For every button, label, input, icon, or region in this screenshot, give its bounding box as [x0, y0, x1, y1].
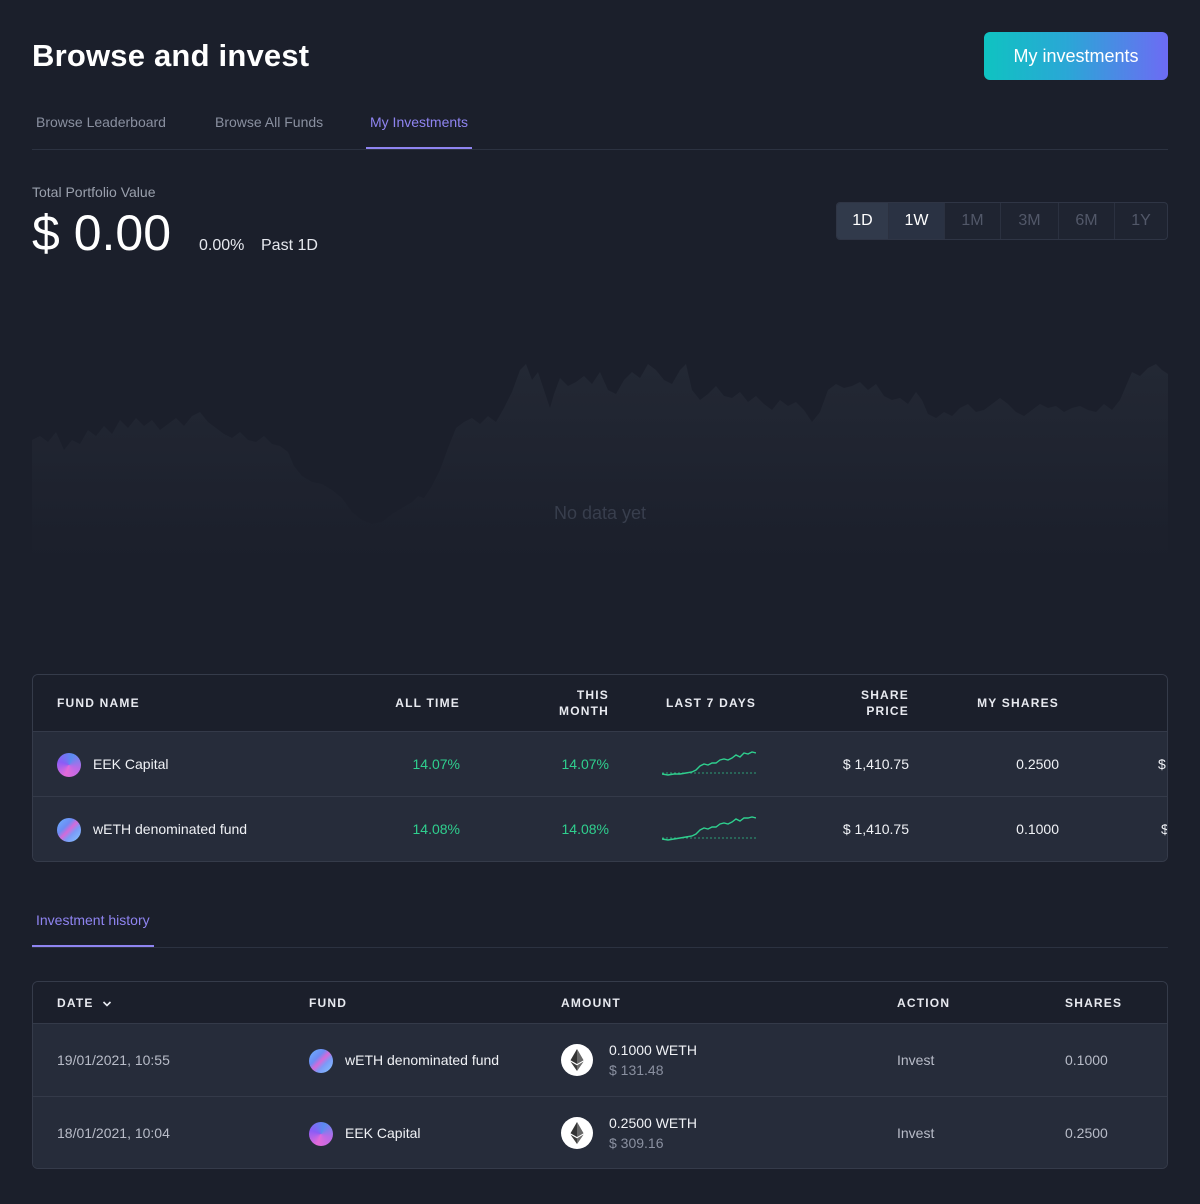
- share-price: $ 1,410.75: [842, 756, 909, 772]
- range-6m-button[interactable]: 6M: [1059, 203, 1115, 239]
- col-share-price: SHARE PRICE: [809, 687, 909, 719]
- my-investments-button[interactable]: My investments: [984, 32, 1168, 80]
- portfolio-period: Past 1D: [261, 237, 318, 254]
- table-row: 19/01/2021, 10:55 wETH denominated fund …: [33, 1023, 1167, 1097]
- range-1d-button[interactable]: 1D: [837, 203, 889, 239]
- range-1y-button[interactable]: 1Y: [1115, 203, 1167, 239]
- eek-capital-avatar: [57, 753, 81, 777]
- investment-history-table: DATE FUND AMOUNT ACTION SHARES 19/01/202…: [32, 981, 1168, 1169]
- history-action: Invest: [897, 1125, 935, 1141]
- tab-browse-leaderboard[interactable]: Browse Leaderboard: [32, 114, 170, 149]
- history-fund-name[interactable]: wETH denominated fund: [345, 1052, 499, 1068]
- weth-fund-avatar: [309, 1049, 333, 1073]
- tab-investment-history[interactable]: Investment history: [32, 912, 154, 947]
- position-value-clipped: $: [1158, 756, 1166, 772]
- col-my-shares: MY SHARES: [977, 696, 1059, 710]
- portfolio-value-label: Total Portfolio Value: [32, 184, 156, 200]
- col-share-price-line-2: PRICE: [866, 704, 909, 718]
- col-all-time: ALL TIME: [395, 696, 460, 710]
- ethereum-icon: [561, 1044, 593, 1076]
- table-row: 18/01/2021, 10:04 EEK Capital 0.2500 WET…: [33, 1096, 1167, 1168]
- history-amount: 0.2500 WETH: [609, 1115, 697, 1131]
- tab-browse-all-funds[interactable]: Browse All Funds: [211, 114, 327, 149]
- tab-my-investments[interactable]: My Investments: [366, 114, 473, 149]
- sparkline-chart: [662, 751, 756, 776]
- position-value-clipped: $: [1161, 821, 1167, 837]
- weth-fund-avatar: [57, 818, 81, 842]
- my-funds-table: FUND NAME ALL TIME THIS MONTH LAST 7 DAY…: [32, 674, 1168, 862]
- range-3m-button[interactable]: 3M: [1001, 203, 1059, 239]
- history-tabs: Investment history: [32, 898, 1168, 948]
- table-header: FUND NAME ALL TIME THIS MONTH LAST 7 DAY…: [33, 675, 1167, 731]
- history-shares: 0.1000: [1065, 1052, 1108, 1068]
- history-action: Invest: [897, 1052, 935, 1068]
- history-amount-usd: $ 131.48: [609, 1062, 664, 1078]
- my-shares: 0.2500: [1016, 756, 1059, 772]
- no-data-message: No data yet: [553, 503, 647, 523]
- eek-capital-avatar: [309, 1122, 333, 1146]
- history-amount-usd: $ 309.16: [609, 1135, 664, 1151]
- col-last-7-days: LAST 7 DAYS: [666, 696, 757, 710]
- ethereum-icon: [561, 1117, 593, 1149]
- history-fund-name[interactable]: EEK Capital: [345, 1125, 420, 1141]
- col-this-month-line-2: MONTH: [559, 704, 609, 718]
- col-share-price-line-1: SHARE: [860, 688, 909, 702]
- all-time-return: 14.07%: [412, 756, 460, 772]
- page-title: Browse and invest: [32, 38, 310, 73]
- this-month-return: 14.07%: [561, 756, 609, 772]
- table-row[interactable]: wETH denominated fund 14.08% 14.08% $ 1,…: [33, 796, 1167, 861]
- range-1m-button[interactable]: 1M: [945, 203, 1001, 239]
- fund-name[interactable]: EEK Capital: [93, 756, 168, 772]
- placeholder-area: [32, 364, 1168, 560]
- time-range-selector: 1D 1W 1M 3M 6M 1Y: [836, 202, 1168, 240]
- sparkline-chart: [662, 816, 756, 841]
- col-this-month-line-1: THIS: [576, 688, 609, 702]
- share-price: $ 1,410.75: [842, 821, 909, 837]
- col-this-month: THIS MONTH: [509, 687, 609, 719]
- portfolio-change: 0.00%: [199, 237, 245, 254]
- col-fund: FUND: [309, 996, 348, 1010]
- col-date-sortable[interactable]: DATE: [57, 995, 112, 1011]
- chevron-down-icon: [103, 1001, 112, 1007]
- range-1w-button[interactable]: 1W: [889, 203, 945, 239]
- this-month-return: 14.08%: [561, 821, 609, 837]
- table-row[interactable]: EEK Capital 14.07% 14.07% $ 1,410.75 0.2…: [33, 731, 1167, 797]
- history-shares: 0.2500: [1065, 1125, 1108, 1141]
- all-time-return: 14.08%: [412, 821, 460, 837]
- col-shares: SHARES: [1065, 996, 1123, 1010]
- page: Browse and invest My investments Browse …: [32, 0, 1168, 1204]
- col-date: DATE: [57, 996, 94, 1010]
- col-amount: AMOUNT: [561, 996, 621, 1010]
- col-fund-name: FUND NAME: [57, 696, 140, 710]
- history-amount: 0.1000 WETH: [609, 1042, 697, 1058]
- main-tabs: Browse Leaderboard Browse All Funds My I…: [32, 100, 1168, 150]
- col-action: ACTION: [897, 996, 951, 1010]
- my-shares: 0.1000: [1016, 821, 1059, 837]
- history-date: 19/01/2021, 10:55: [57, 1052, 170, 1068]
- table-header: DATE FUND AMOUNT ACTION SHARES: [33, 982, 1167, 1023]
- fund-name[interactable]: wETH denominated fund: [93, 821, 247, 837]
- portfolio-value: $ 0.00: [32, 205, 172, 261]
- history-date: 18/01/2021, 10:04: [57, 1125, 170, 1141]
